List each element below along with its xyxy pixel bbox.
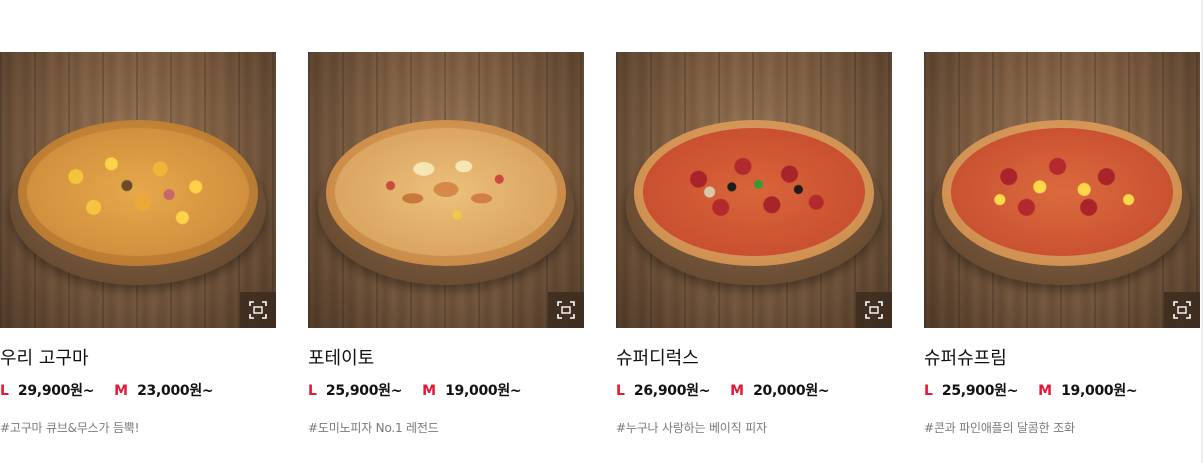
price-medium: 20,000원~ [753,383,830,399]
expand-icon [865,301,883,319]
price-large: 25,900원~ [325,383,403,399]
price-row: L 25,900원~ M 19,000원~ [308,380,584,402]
price-large: 29,900원~ [17,383,95,399]
price-medium: 23,000원~ [137,383,214,399]
size-label-medium: M [422,383,437,399]
product-card-super-supreme[interactable]: 슈퍼슈프림 L 25,900원~ M 19,000원~ #콘과 파인애플의 달콤한 조… [924,52,1200,438]
pizza-photo [942,119,1182,266]
product-description: #콘과 파인애플의 달콤한 조화 [924,421,1075,435]
size-label-large: L [616,383,625,399]
product-description: #도미노피자 No.1 레전드 [308,421,439,435]
product-name[interactable]: 포테이토 [308,346,584,372]
product-description: #고구마 큐브&무스가 듬뿍! [0,421,140,435]
product-name[interactable]: 슈퍼슈프림 [924,346,1200,372]
price-medium: 19,000원~ [1061,383,1138,399]
size-label-large: L [924,383,933,399]
size-label-medium: M [114,383,129,399]
size-label-medium: M [1038,383,1053,399]
product-name[interactable]: 슈퍼디럭스 [616,346,892,372]
price-row: L 29,900원~ M 23,000원~ [0,380,276,402]
zoom-button[interactable] [1164,292,1200,328]
product-image[interactable] [616,52,892,328]
price-medium: 19,000원~ [445,383,522,399]
zoom-button[interactable] [856,292,892,328]
pizza-photo [634,119,874,266]
size-label-large: L [308,383,317,399]
size-label-large: L [0,383,9,399]
price-large: 25,900원~ [941,383,1019,399]
expand-icon [249,301,267,319]
product-card-super-deluxe[interactable]: 슈퍼디럭스 L 26,900원~ M 20,000원~ #누구나 사랑하는 베이직 피… [616,52,892,438]
product-card-potato[interactable]: 포테이토 L 25,900원~ M 19,000원~ #도미노피자 No.1 레전드 [308,52,584,438]
product-image[interactable] [308,52,584,328]
price-row: L 26,900원~ M 20,000원~ [616,380,892,402]
expand-icon [1173,301,1191,319]
pizza-photo [18,119,258,266]
product-card-sweet-potato[interactable]: 우리 고구마 L 29,900원~ M 23,000원~ #고구마 큐브&무스가 듬뿍… [0,52,276,438]
product-name[interactable]: 우리 고구마 [0,346,276,372]
pizza-photo [326,119,566,266]
product-image[interactable] [0,52,276,328]
price-row: L 25,900원~ M 19,000원~ [924,380,1200,402]
expand-icon [557,301,575,319]
zoom-button[interactable] [240,292,276,328]
price-large: 26,900원~ [633,383,711,399]
product-description: #누구나 사랑하는 베이직 피자 [616,421,767,435]
zoom-button[interactable] [548,292,584,328]
product-image[interactable] [924,52,1200,328]
product-list: 우리 고구마 L 29,900원~ M 23,000원~ #고구마 큐브&무스가 듬뿍… [0,52,1200,452]
size-label-medium: M [730,383,745,399]
